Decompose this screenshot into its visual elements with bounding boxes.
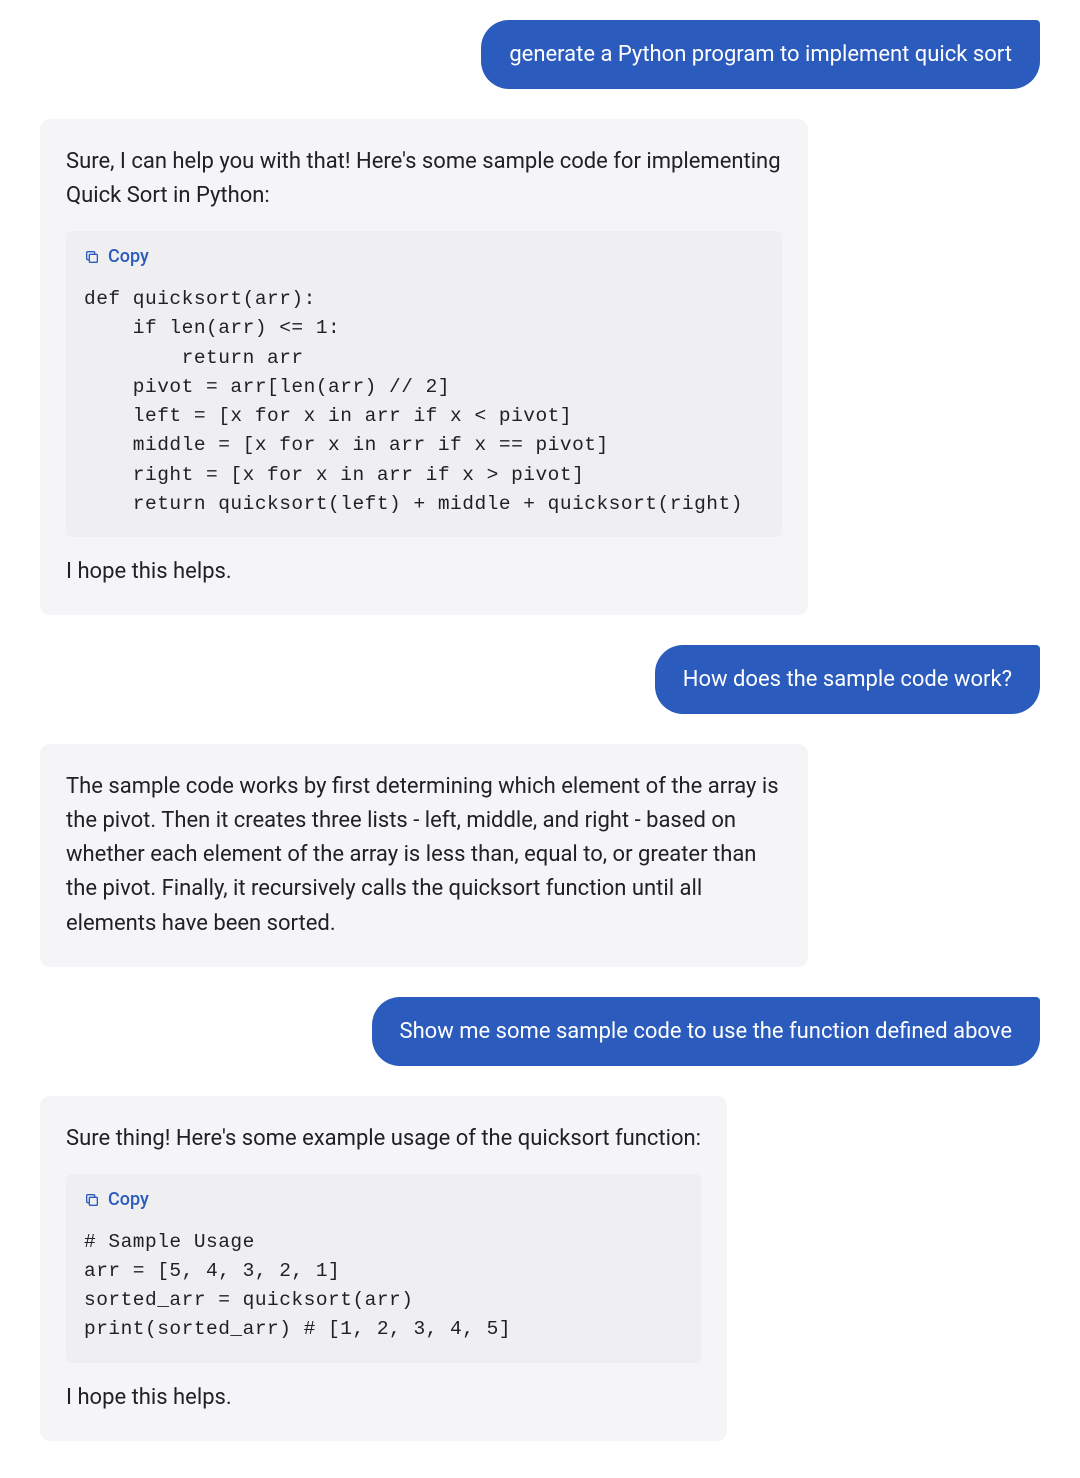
copy-label: Copy [108,1186,149,1214]
user-message-bubble: generate a Python program to implement q… [481,20,1040,89]
code-block: Copy # Sample Usage arr = [5, 4, 3, 2, 1… [66,1174,701,1363]
code-block: Copy def quicksort(arr): if len(arr) <= … [66,231,782,537]
assistant-outro-text: I hope this helps. [66,555,782,589]
user-message-row: Show me some sample code to use the func… [40,997,1040,1066]
code-content[interactable]: # Sample Usage arr = [5, 4, 3, 2, 1] sor… [66,1220,701,1349]
assistant-message-bubble: Sure thing! Here's some example usage of… [40,1096,727,1441]
assistant-intro-text: Sure, I can help you with that! Here's s… [66,145,782,213]
copy-button[interactable]: Copy [66,231,782,277]
assistant-intro-text: Sure thing! Here's some example usage of… [66,1122,701,1156]
assistant-message-bubble: Sure, I can help you with that! Here's s… [40,119,808,615]
assistant-message-bubble: The sample code works by first determini… [40,744,808,966]
assistant-message-row: The sample code works by first determini… [40,744,1040,966]
user-message-text: generate a Python program to implement q… [509,42,1012,67]
assistant-message-row: Sure, I can help you with that! Here's s… [40,119,1040,615]
user-message-row: How does the sample code work? [40,645,1040,714]
copy-icon [84,249,100,265]
copy-button[interactable]: Copy [66,1174,701,1220]
copy-label: Copy [108,243,149,271]
user-message-row: generate a Python program to implement q… [40,20,1040,89]
code-content[interactable]: def quicksort(arr): if len(arr) <= 1: re… [66,277,782,523]
user-message-text: Show me some sample code to use the func… [400,1019,1013,1044]
user-message-bubble: How does the sample code work? [655,645,1040,714]
assistant-message-row: Sure thing! Here's some example usage of… [40,1096,1040,1441]
user-message-text: How does the sample code work? [683,667,1012,692]
user-message-bubble: Show me some sample code to use the func… [372,997,1041,1066]
copy-icon [84,1192,100,1208]
assistant-intro-text: The sample code works by first determini… [66,770,782,940]
assistant-outro-text: I hope this helps. [66,1381,701,1415]
